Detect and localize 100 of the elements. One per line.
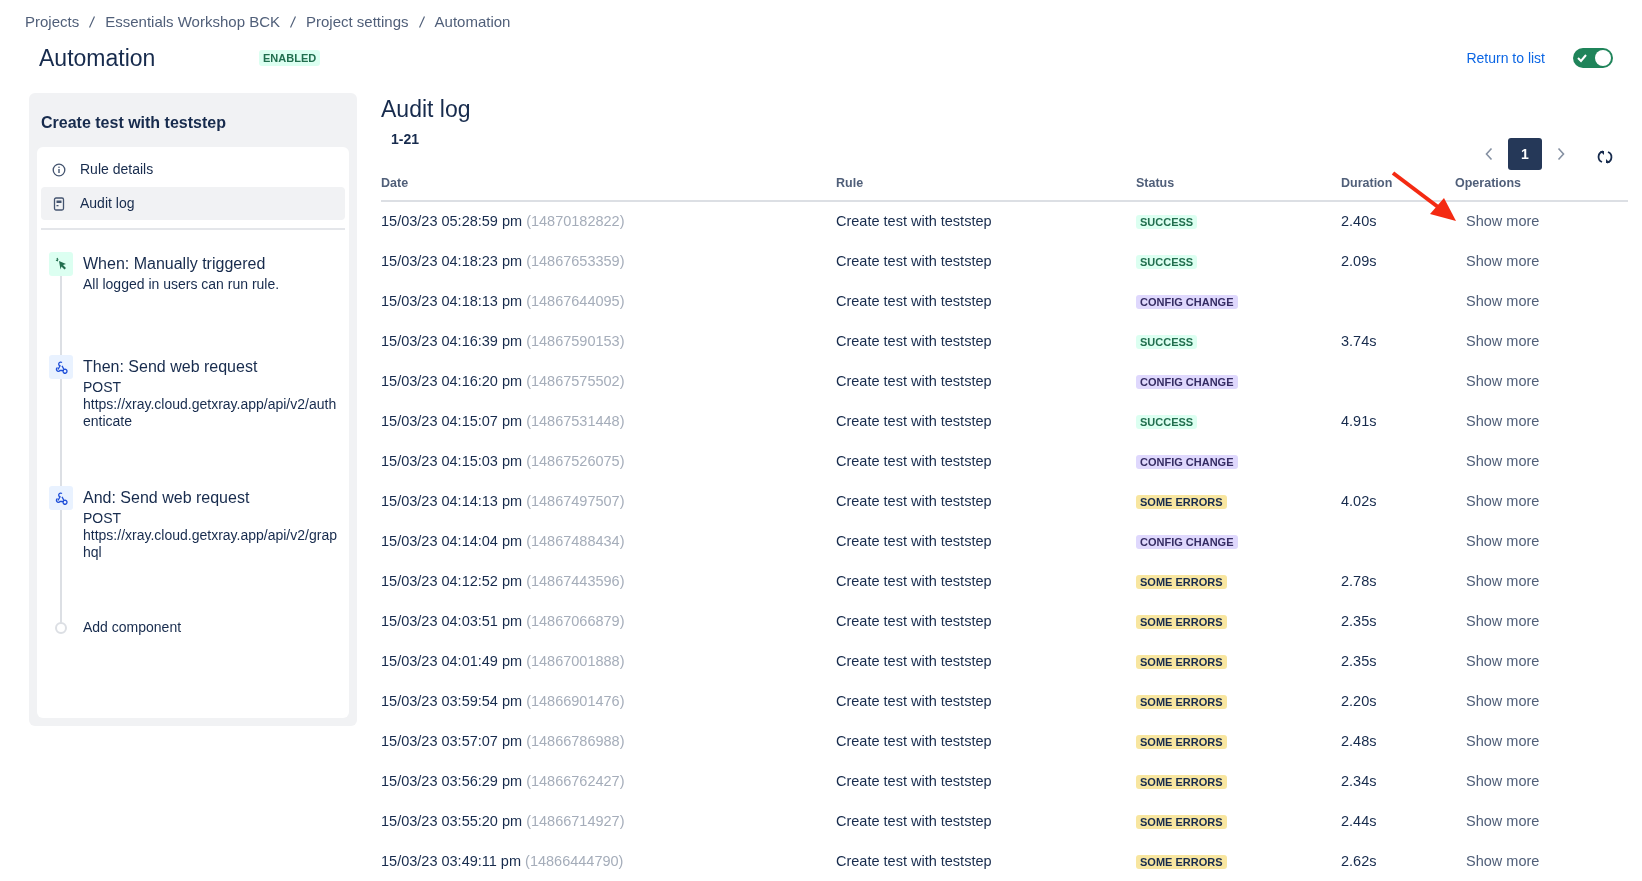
duration-cell: 2.62s: [1341, 853, 1377, 870]
date-cell-text: 15/03/23 04:12:52 pm (14867443596): [381, 572, 626, 592]
info-icon: [52, 162, 66, 177]
show-more-link[interactable]: Show more: [1466, 533, 1540, 550]
show-more-link[interactable]: Show more: [1466, 293, 1540, 310]
refresh-icon[interactable]: [1596, 148, 1614, 166]
rule-cell-text: Create test with teststep: [836, 852, 993, 872]
section-title: Audit log: [381, 95, 472, 124]
date-cell-text: 15/03/23 04:03:51 pm (14867066879): [381, 612, 626, 632]
step-detail: POST: [83, 379, 123, 396]
breadcrumb-link[interactable]: Automation: [434, 10, 511, 34]
breadcrumb-link[interactable]: Projects: [25, 10, 80, 34]
status-badge: SUCCESS: [1136, 215, 1198, 230]
sidebar-nav-item[interactable]: Rule details: [41, 153, 345, 186]
show-more-link[interactable]: Show more: [1466, 693, 1540, 710]
date-cell-text: 15/03/23 04:16:39 pm (14867590153): [381, 332, 626, 352]
status-badge: SOME ERRORS: [1136, 775, 1227, 790]
step-title[interactable]: When: Manually triggered: [83, 252, 341, 276]
page-button[interactable]: 1: [1508, 138, 1542, 170]
rule-cell-text: Create test with teststep: [836, 252, 993, 272]
status-badge: SOME ERRORS: [1136, 735, 1227, 750]
rule-cell-text: Create test with teststep: [836, 572, 993, 592]
show-more-link[interactable]: Show more: [1466, 853, 1540, 870]
show-more-link[interactable]: Show more: [1466, 373, 1540, 390]
slash-icon: [89, 16, 96, 28]
show-more-link[interactable]: Show more: [1466, 453, 1540, 470]
duration-cell: 2.44s: [1341, 813, 1377, 830]
duration-cell: 2.35s: [1341, 653, 1377, 670]
date-cell-text: 15/03/23 04:16:20 pm (14867575502): [381, 372, 626, 392]
status-badge: SUCCESS: [1136, 255, 1198, 270]
date-cell-text: 15/03/23 03:49:11 pm (14866444790): [381, 852, 625, 872]
date-cell-text: 15/03/23 05:28:59 pm (14870182822): [381, 212, 626, 232]
date-cell-text: 15/03/23 04:15:03 pm (14867526075): [381, 452, 626, 472]
date-cell-text: 15/03/23 03:55:20 pm (14866714927): [381, 812, 626, 832]
status-badge: SOME ERRORS: [1136, 575, 1227, 590]
rule-cell-text: Create test with teststep: [836, 292, 993, 312]
duration-cell: 2.34s: [1341, 773, 1377, 790]
rule-cell-text: Create test with teststep: [836, 332, 993, 352]
show-more-link[interactable]: Show more: [1466, 253, 1540, 270]
status-badge: SOME ERRORS: [1136, 695, 1227, 710]
date-cell-text: 15/03/23 04:14:13 pm (14867497507): [381, 492, 626, 512]
step-title[interactable]: Then: Send web request: [83, 355, 341, 379]
step-detail: POST: [83, 510, 123, 527]
show-more-link[interactable]: Show more: [1466, 613, 1540, 630]
enable-toggle[interactable]: [1573, 48, 1613, 68]
step-detail: https://xray.cloud.getxray.app/api/v2/graphql: [83, 527, 338, 561]
webhook-icon: [49, 486, 73, 510]
duration-cell: 4.02s: [1341, 493, 1377, 510]
duration-cell: 4.91s: [1341, 413, 1377, 430]
step-title[interactable]: And: Send web request: [83, 486, 341, 510]
duration-cell: 3.74s: [1341, 333, 1377, 350]
status-badge: SUCCESS: [1136, 415, 1198, 430]
rule-name: Create test with teststep: [40, 113, 227, 133]
rule-cell-text: Create test with teststep: [836, 692, 993, 712]
duration-cell: 2.09s: [1341, 253, 1377, 270]
status-badge: CONFIG CHANGE: [1136, 295, 1238, 310]
duration-cell: 2.35s: [1341, 613, 1377, 630]
status-badge: SOME ERRORS: [1136, 495, 1227, 510]
date-cell-text: 15/03/23 03:59:54 pm (14866901476): [381, 692, 626, 712]
show-more-link[interactable]: Show more: [1466, 773, 1540, 790]
column-header: Operations: [1455, 175, 1522, 192]
show-more-link[interactable]: Show more: [1466, 573, 1540, 590]
rule-cell-text: Create test with teststep: [836, 812, 993, 832]
date-cell-text: 15/03/23 04:14:04 pm (14867488434): [381, 532, 626, 552]
date-cell-text: 15/03/23 04:18:13 pm (14867644095): [381, 292, 626, 312]
add-component-link[interactable]: Add component: [83, 617, 341, 638]
show-more-link[interactable]: Show more: [1466, 733, 1540, 750]
show-more-link[interactable]: Show more: [1466, 493, 1540, 510]
status-badge: SOME ERRORS: [1136, 615, 1227, 630]
status-badge: CONFIG CHANGE: [1136, 535, 1238, 550]
show-more-link[interactable]: Show more: [1466, 213, 1540, 230]
column-header: Status: [1136, 175, 1176, 192]
rule-cell-text: Create test with teststep: [836, 412, 993, 432]
show-more-link[interactable]: Show more: [1466, 333, 1540, 350]
date-cell-text: 15/03/23 03:56:29 pm (14866762427): [381, 772, 626, 792]
date-cell-text: 15/03/23 04:18:23 pm (14867653359): [381, 252, 626, 272]
document-icon: [52, 196, 66, 211]
rule-cell-text: Create test with teststep: [836, 372, 993, 392]
show-more-link[interactable]: Show more: [1466, 653, 1540, 670]
column-header: Date: [381, 175, 410, 192]
breadcrumb-link[interactable]: Essentials Workshop BCK: [105, 10, 280, 34]
webhook-icon: [49, 355, 73, 379]
rule-cell-text: Create test with teststep: [836, 612, 993, 632]
result-range: 1-21: [391, 130, 420, 149]
breadcrumb-link[interactable]: Project settings: [306, 10, 409, 34]
duration-cell: 2.20s: [1341, 693, 1377, 710]
status-badge: ENABLED: [259, 49, 321, 67]
show-more-link[interactable]: Show more: [1466, 413, 1540, 430]
return-to-list-link[interactable]: Return to list: [1466, 47, 1545, 69]
rule-cell-text: Create test with teststep: [836, 772, 993, 792]
status-badge: CONFIG CHANGE: [1136, 455, 1238, 470]
date-cell-text: 15/03/23 04:01:49 pm (14867001888): [381, 652, 626, 672]
status-badge: SOME ERRORS: [1136, 855, 1227, 870]
step-detail: https://xray.cloud.getxray.app/api/v2/authenticate: [83, 396, 338, 430]
rule-cell-text: Create test with teststep: [836, 212, 993, 232]
date-cell-text: 15/03/23 03:57:07 pm (14866786988): [381, 732, 626, 752]
sidebar-nav-item[interactable]: Audit log: [41, 187, 345, 220]
status-badge: CONFIG CHANGE: [1136, 375, 1238, 390]
show-more-link[interactable]: Show more: [1466, 813, 1540, 830]
status-badge: SOME ERRORS: [1136, 655, 1227, 670]
